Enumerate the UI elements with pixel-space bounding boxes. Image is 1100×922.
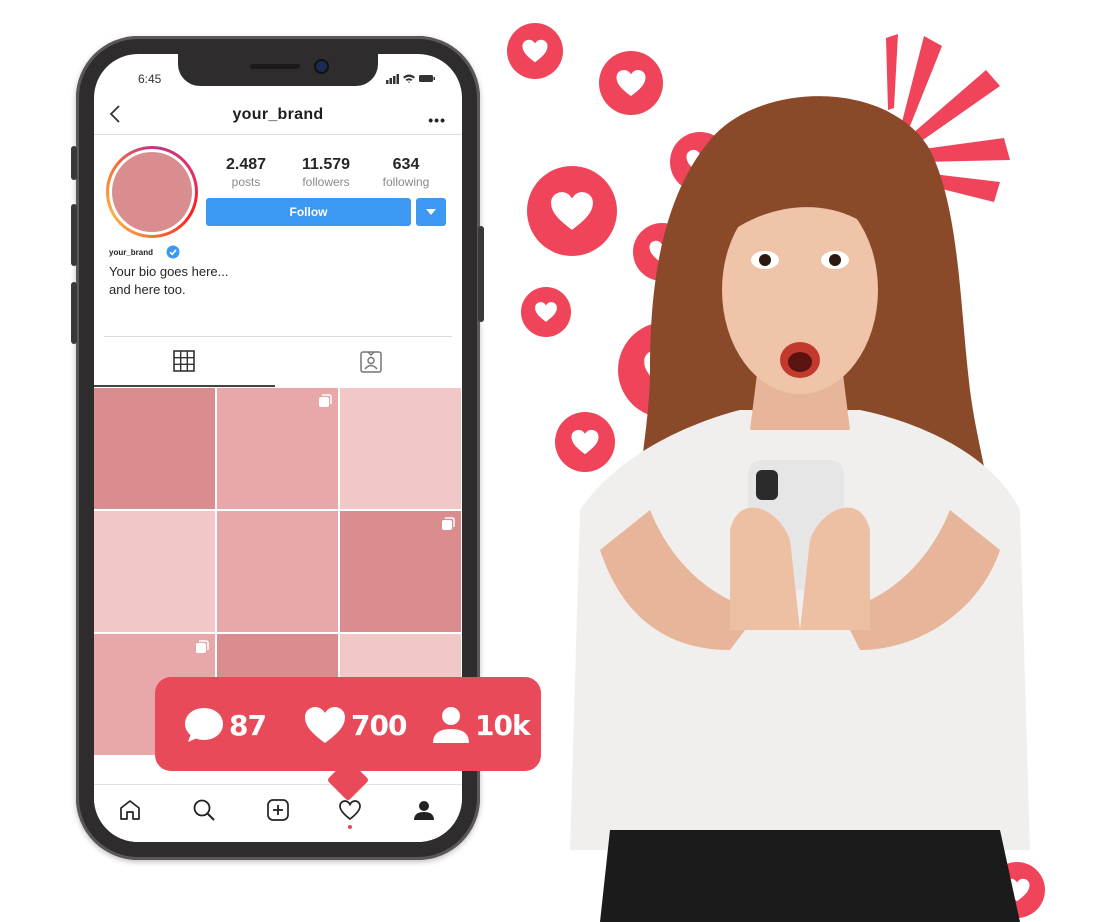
nav-search[interactable] <box>186 797 222 827</box>
bio-line-1: Your bio goes here... <box>109 264 229 279</box>
verified-icon <box>166 245 180 259</box>
stat-following-label: following <box>382 175 430 189</box>
phone-volume-down-button <box>71 282 77 344</box>
heart-icon <box>522 39 548 63</box>
header-username: your_brand <box>232 106 324 123</box>
comments-value: 87 <box>229 708 267 742</box>
multi-post-icon <box>442 517 455 530</box>
phone-power-button <box>478 226 484 322</box>
stat-posts[interactable]: 2.487 posts <box>206 156 286 189</box>
header-divider <box>94 134 462 135</box>
left-pupil <box>759 254 771 266</box>
mouth-inner <box>788 352 812 372</box>
comment-icon <box>185 708 223 742</box>
phone-volume-up-button <box>71 204 77 266</box>
followers-value: 10k <box>475 708 531 742</box>
notification-bubble: 87 700 10k <box>155 677 541 802</box>
bio: Your bio goes here... and here too. <box>109 263 229 299</box>
nav-home[interactable] <box>112 797 148 827</box>
nav-add-post[interactable] <box>260 797 296 827</box>
signal-bar-4 <box>396 74 399 84</box>
floating-heart <box>507 23 563 79</box>
signal-bar-2 <box>389 78 392 84</box>
search-icon <box>193 799 215 821</box>
user-icon <box>433 707 469 743</box>
heart-icon <box>535 302 557 322</box>
follow-button[interactable]: Follow <box>206 198 411 226</box>
story-ring[interactable] <box>106 146 198 238</box>
phone-side-button <box>71 146 77 180</box>
status-time: 6:45 <box>138 72 162 86</box>
nav-activity[interactable] <box>332 797 368 829</box>
activity-heart-icon <box>339 800 361 821</box>
multi-post-icon <box>319 394 332 407</box>
profile-name: your_brand <box>109 248 154 257</box>
post-tile[interactable] <box>94 388 215 509</box>
post-tile[interactable] <box>94 511 215 632</box>
signal-bar-1 <box>386 80 389 84</box>
followers-count: 10k <box>431 703 531 747</box>
heart-icon <box>305 707 345 743</box>
tab-posts-grid[interactable] <box>94 338 275 386</box>
status-icons <box>386 74 435 84</box>
chevron-down-icon <box>426 209 436 215</box>
likes-value: 700 <box>351 708 407 742</box>
profile-header: your_brand ••• <box>94 98 462 134</box>
tagged-icon <box>360 351 382 373</box>
profile-icon <box>414 801 434 820</box>
held-phone-camera <box>756 470 778 500</box>
nav-profile[interactable] <box>406 797 442 827</box>
stat-followers[interactable]: 11.579 followers <box>286 156 366 189</box>
grid-icon <box>173 350 195 372</box>
black-skirt <box>600 830 1020 922</box>
bio-divider <box>104 336 452 337</box>
battery-icon <box>419 75 433 82</box>
comments-count: 87 <box>183 703 267 747</box>
activity-dot <box>348 825 352 829</box>
add-post-icon <box>267 799 289 821</box>
stat-following-value: 634 <box>392 156 420 173</box>
signal-bar-3 <box>393 76 396 84</box>
post-tile[interactable] <box>340 388 461 509</box>
surprised-woman-photo <box>570 96 1030 922</box>
post-tile[interactable] <box>340 511 461 632</box>
bio-line-2: and here too. <box>109 282 186 297</box>
post-tile[interactable] <box>217 388 338 509</box>
avatar <box>112 152 192 232</box>
stat-following[interactable]: 634 following <box>366 156 446 189</box>
post-tile[interactable] <box>217 511 338 632</box>
right-pupil <box>829 254 841 266</box>
phone-notch <box>178 54 378 86</box>
stat-posts-label: posts <box>231 175 261 189</box>
stat-posts-value: 2.487 <box>225 156 267 173</box>
speaker-grille <box>250 64 300 69</box>
stat-followers-value: 11.579 <box>301 156 351 173</box>
stat-followers-label: followers <box>302 175 350 189</box>
suggestions-dropdown-button[interactable] <box>416 198 446 226</box>
home-icon <box>120 800 140 820</box>
bottom-nav <box>94 784 462 842</box>
more-icon[interactable]: ••• <box>428 112 446 128</box>
tab-tagged[interactable] <box>275 338 462 386</box>
front-camera <box>316 61 327 72</box>
wifi-icon <box>403 74 415 83</box>
battery-tip <box>433 77 435 80</box>
likes-count: 700 <box>303 703 407 747</box>
multi-post-icon <box>196 640 209 653</box>
active-tab-indicator <box>94 385 275 387</box>
